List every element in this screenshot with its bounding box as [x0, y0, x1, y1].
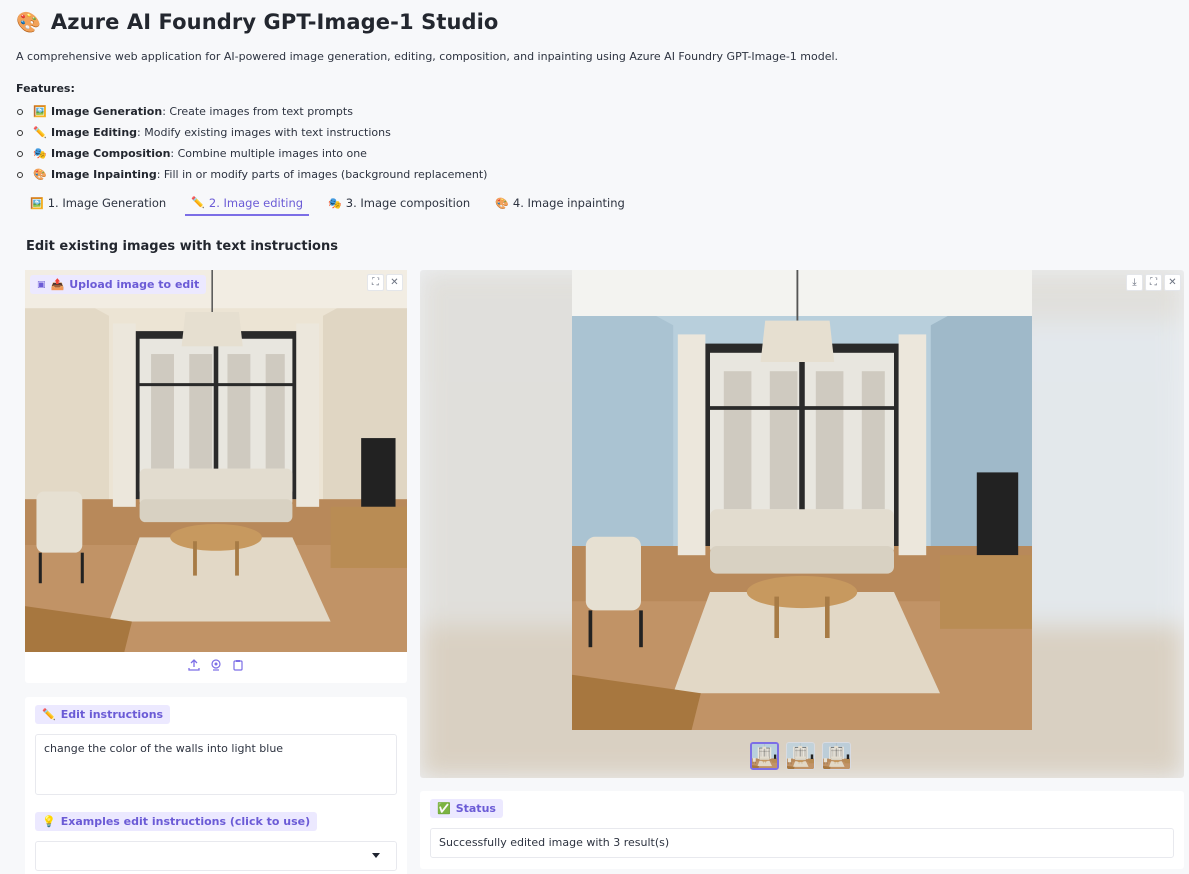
upload-icon[interactable] [188, 658, 201, 671]
status-panel: ✅ Status Successfully edited image with … [420, 791, 1184, 869]
feature-desc: : Create images from text prompts [162, 105, 353, 118]
tab-image-composition[interactable]: 🎭 3. Image composition [322, 191, 476, 215]
examples-label-text: Examples edit instructions (click to use… [60, 815, 311, 828]
tab-label: 2. Image editing [208, 195, 304, 210]
clipboard-icon[interactable] [232, 658, 245, 671]
edit-instructions-label: ✏️ Edit instructions [35, 705, 171, 724]
lightbulb-icon: 💡 [42, 815, 56, 828]
bullet-icon [17, 171, 23, 178]
feature-name: Image Editing [51, 126, 138, 139]
tab-label: 3. Image composition [345, 196, 471, 210]
picture-icon: 🖼️ [30, 196, 44, 210]
page-subtitle: A comprehensive web application for AI-p… [16, 50, 839, 63]
palette-icon: 🎨 [33, 168, 47, 181]
palette-icon: 🎨 [495, 196, 509, 210]
feature-desc: : Combine multiple images into one [170, 147, 367, 160]
edited-room-image[interactable] [572, 270, 1032, 730]
examples-label: 💡 Examples edit instructions (click to u… [35, 812, 318, 831]
tab-label: 1. Image Generation [47, 196, 167, 210]
masks-icon: 🎭 [328, 196, 342, 210]
masks-icon: 🎭 [33, 147, 47, 160]
tab-image-inpainting[interactable]: 🎨 4. Image inpainting [489, 191, 631, 215]
feature-name: Image Inpainting [51, 168, 157, 181]
webcam-icon[interactable] [210, 658, 223, 671]
edit-instructions-label-text: Edit instructions [60, 708, 164, 721]
gallery-actions: ⤓ ⛶ ✕ [1126, 274, 1181, 291]
status-label: ✅ Status [430, 799, 503, 818]
uploaded-room-image [25, 270, 407, 652]
upload-label-text: Upload image to edit [69, 278, 200, 291]
feature-item-inpainting: 🎨 Image Inpainting : Fill in or modify p… [16, 164, 487, 185]
tab-image-generation[interactable]: 🖼️ 1. Image Generation [24, 191, 172, 215]
feature-desc: : Modify existing images with text instr… [137, 126, 391, 139]
bullet-icon [17, 108, 23, 115]
gallery-thumbnail[interactable] [822, 742, 851, 770]
pencil-icon: ✏️ [33, 126, 47, 139]
upload-tray-icon: 📤 [50, 278, 65, 291]
tab-bar: 🖼️ 1. Image Generation ✏️ 2. Image editi… [24, 191, 644, 216]
image-icon: ▣ [37, 279, 46, 290]
feature-name: Image Generation [51, 105, 163, 118]
close-icon[interactable]: ✕ [1164, 274, 1181, 291]
fullscreen-icon[interactable]: ⛶ [1145, 274, 1162, 291]
pencil-icon: ✏️ [191, 196, 205, 209]
upload-image-label: ▣ 📤 Upload image to edit [30, 275, 207, 294]
feature-name: Image Composition [51, 147, 171, 160]
check-icon: ✅ [437, 802, 451, 815]
edit-instructions-input[interactable]: change the color of the walls into light… [35, 734, 397, 795]
pencil-icon: ✏️ [42, 708, 56, 721]
upload-image-actions: ⛶ ✕ [367, 274, 403, 291]
close-icon[interactable]: ✕ [386, 274, 403, 291]
feature-desc: : Fill in or modify parts of images (bac… [156, 168, 488, 181]
fullscreen-icon[interactable]: ⛶ [367, 274, 384, 291]
download-icon[interactable]: ⤓ [1126, 274, 1143, 291]
bullet-icon [17, 150, 23, 157]
tab-image-editing[interactable]: ✏️ 2. Image editing [185, 191, 310, 216]
gallery-thumbnail[interactable] [786, 742, 815, 770]
chevron-down-icon [372, 853, 380, 858]
status-label-text: Status [455, 802, 496, 815]
bullet-icon [17, 129, 23, 136]
gallery-thumbnail[interactable] [750, 742, 779, 770]
section-title: Edit existing images with text instructi… [26, 239, 338, 254]
upload-image-panel[interactable]: ▣ 📤 Upload image to edit ⛶ ✕ [25, 270, 407, 683]
tab-label: 4. Image inpainting [512, 196, 625, 210]
upload-source-tools [25, 658, 407, 671]
picture-icon: 🖼️ [33, 105, 47, 118]
features-heading: Features: [16, 82, 75, 95]
examples-dropdown[interactable] [35, 841, 397, 871]
palette-icon: 🎨 [16, 10, 41, 34]
app-header: 🎨 Azure AI Foundry GPT-Image-1 Studio [16, 8, 498, 36]
edit-instructions-panel: ✏️ Edit instructions change the color of… [25, 697, 407, 874]
feature-item-generation: 🖼️ Image Generation : Create images from… [16, 101, 487, 122]
feature-item-editing: ✏️ Image Editing : Modify existing image… [16, 122, 487, 143]
feature-item-composition: 🎭 Image Composition : Combine multiple i… [16, 143, 487, 164]
gallery-thumbnails [750, 742, 851, 770]
page-title: Azure AI Foundry GPT-Image-1 Studio [50, 10, 499, 34]
status-message: Successfully edited image with 3 result(… [430, 828, 1174, 858]
features-list: 🖼️ Image Generation : Create images from… [16, 101, 487, 185]
result-gallery: ⤓ ⛶ ✕ [420, 270, 1184, 778]
